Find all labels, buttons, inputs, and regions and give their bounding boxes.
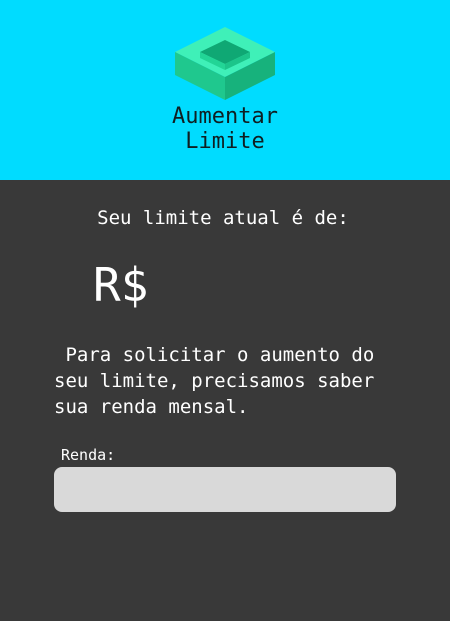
title-line-1: Aumentar [172, 104, 278, 129]
cube-logo-icon [175, 27, 275, 100]
income-input[interactable] [54, 467, 396, 512]
current-limit-label: Seu limite atual é de: [97, 207, 349, 229]
page-title: Aumentar Limite [0, 104, 450, 154]
income-request-text: Para solicitar o aumento do seu limite, … [54, 344, 375, 418]
title-line-2: Limite [185, 129, 265, 154]
income-label: Renda: [61, 446, 116, 464]
header: Aumentar Limite [0, 0, 450, 180]
current-limit-value: R$ [93, 258, 149, 312]
main-panel: Seu limite atual é de: R$ Para solicitar… [0, 180, 450, 621]
